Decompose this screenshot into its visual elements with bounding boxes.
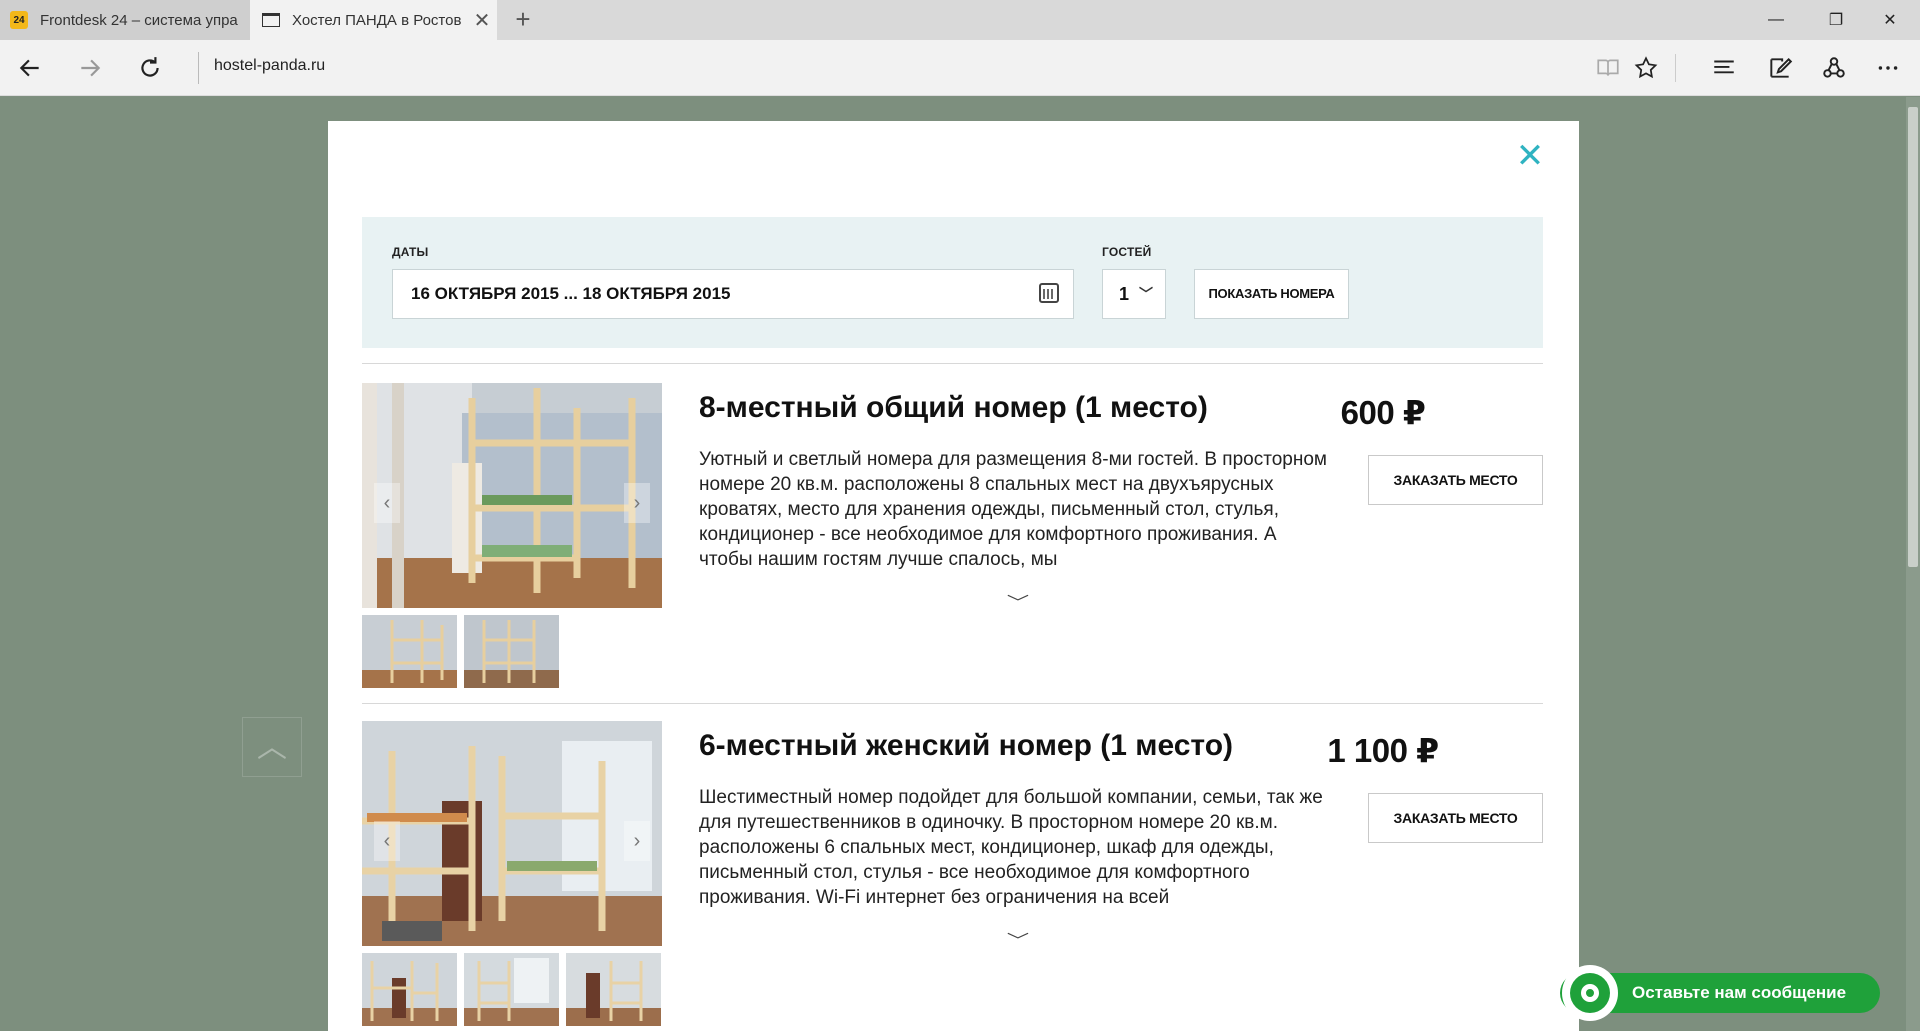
dates-field[interactable]: 16 ОКТЯБРЯ 2015 ... 18 ОКТЯБРЯ 2015 [392, 269, 1074, 319]
address-separator [198, 52, 199, 84]
photo-prev-icon[interactable]: ‹ [374, 483, 400, 523]
guests-value: 1 [1119, 284, 1130, 304]
booking-modal: ✕ ДАТЫ 16 ОКТЯБРЯ 2015 ... 18 ОКТЯБРЯ 20… [328, 121, 1579, 1031]
guests-select[interactable]: 1 ﹀ [1102, 269, 1166, 319]
photo-next-icon[interactable]: › [624, 821, 650, 861]
restore-button[interactable]: ❐ [1806, 0, 1866, 40]
tab-frontdesk[interactable]: 24 Frontdesk 24 – система упра [0, 0, 250, 40]
toolbar-separator [1675, 54, 1676, 82]
calendar-icon[interactable] [1039, 283, 1059, 303]
room-card: ‹ › 8-местный общий номер (1 место) Уютн… [362, 383, 1543, 693]
more-button[interactable] [1868, 48, 1908, 88]
hub-icon [1714, 60, 1734, 74]
book-place-button[interactable]: ЗАКАЗАТЬ МЕСТО [1368, 793, 1543, 843]
chat-label: Оставьте нам сообщение [1632, 983, 1847, 1002]
window-close-button[interactable]: ✕ [1860, 0, 1920, 40]
tab-hostel-panda[interactable]: Хостел ПАНДА в Ростов ✕ [250, 0, 497, 40]
tab-bar: 24 Frontdesk 24 – система упра Хостел ПА… [0, 0, 1920, 40]
more-dots-icon [1878, 66, 1898, 70]
expand-description-icon[interactable]: ﹀ [1007, 927, 1029, 951]
arrow-right-icon [81, 59, 101, 77]
guests-label: ГОСТЕЙ [1102, 245, 1152, 259]
show-rooms-button[interactable]: ПОКАЗАТЬ НОМЕРА [1194, 269, 1349, 319]
chat-bubble-icon[interactable] [1562, 965, 1618, 1021]
tab-close-icon[interactable]: ✕ [467, 8, 497, 33]
share-icon [1823, 57, 1845, 78]
search-panel: ДАТЫ 16 ОКТЯБРЯ 2015 ... 18 ОКТЯБРЯ 2015… [362, 217, 1543, 348]
expand-description-icon[interactable]: ﹀ [1007, 589, 1029, 613]
photo-thumbnail[interactable] [362, 953, 457, 1026]
refresh-icon [141, 57, 159, 77]
divider [362, 703, 1543, 704]
address-bar[interactable]: hostel-panda.ru [214, 57, 325, 75]
photo-thumbnails [362, 953, 661, 1026]
photo-thumbnail[interactable] [362, 615, 457, 688]
modal-close-icon[interactable]: ✕ [1515, 139, 1545, 173]
room-photo[interactable]: ‹ › [362, 383, 662, 608]
arrow-left-icon [19, 59, 39, 77]
room-card: ‹ › 6-местный женский номер (1 место) Ше… [362, 721, 1543, 1031]
minimize-button[interactable]: — [1746, 0, 1806, 40]
chevron-down-icon: ﹀ [1139, 286, 1153, 302]
frontdesk-favicon-icon: 24 [10, 11, 28, 29]
room-title[interactable]: 8-местный общий номер (1 место) [699, 391, 1208, 425]
photo-thumbnails [362, 615, 559, 688]
book-place-button[interactable]: ЗАКАЗАТЬ МЕСТО [1368, 455, 1543, 505]
page-favicon-icon [262, 13, 280, 27]
room-description: Шестиместный номер подойдет для большой … [699, 787, 1323, 908]
room-title[interactable]: 6-местный женский номер (1 место) [699, 729, 1233, 763]
scrollbar-thumb[interactable] [1908, 107, 1918, 567]
room-description: Уютный и светлый номера для размещения 8… [699, 449, 1327, 570]
room-price: 1 100 ₽ [1327, 732, 1439, 769]
web-note-button[interactable] [1760, 48, 1800, 88]
room-photo[interactable]: ‹ › [362, 721, 662, 946]
page-backdrop: ︿ ✕ ДАТЫ 16 ОКТЯБРЯ 2015 ... 18 ОКТЯБРЯ … [0, 97, 1920, 1031]
hub-button[interactable] [1704, 48, 1744, 88]
reading-view-button[interactable] [1588, 48, 1628, 88]
tab-title: Frontdesk 24 – система упра [40, 11, 238, 29]
photo-thumbnail[interactable] [464, 953, 559, 1026]
share-button[interactable] [1814, 48, 1854, 88]
photo-thumbnail[interactable] [464, 615, 559, 688]
dorm-photo-image [362, 383, 662, 608]
pen-icon [1770, 57, 1793, 78]
forward-button[interactable] [70, 48, 110, 88]
tab-title: Хостел ПАНДА в Ростов [292, 11, 462, 29]
favorite-button[interactable] [1626, 48, 1666, 88]
star-icon [1634, 56, 1658, 79]
dates-value: 16 ОКТЯБРЯ 2015 ... 18 ОКТЯБРЯ 2015 [411, 284, 731, 303]
navigation-bar: hostel-panda.ru [0, 40, 1920, 96]
scrollbar[interactable] [1906, 97, 1920, 1031]
photo-next-icon[interactable]: › [624, 483, 650, 523]
room-price: 600 ₽ [1340, 394, 1426, 431]
book-icon [1597, 59, 1619, 76]
new-tab-button[interactable]: + [508, 5, 538, 35]
chevron-up-icon[interactable]: ︿ [242, 717, 302, 777]
divider [362, 363, 1543, 364]
refresh-button[interactable] [130, 48, 170, 88]
back-button[interactable] [10, 48, 50, 88]
photo-thumbnail[interactable] [566, 953, 661, 1026]
dates-label: ДАТЫ [392, 245, 429, 259]
dorm-photo-image [362, 721, 662, 946]
photo-prev-icon[interactable]: ‹ [374, 821, 400, 861]
